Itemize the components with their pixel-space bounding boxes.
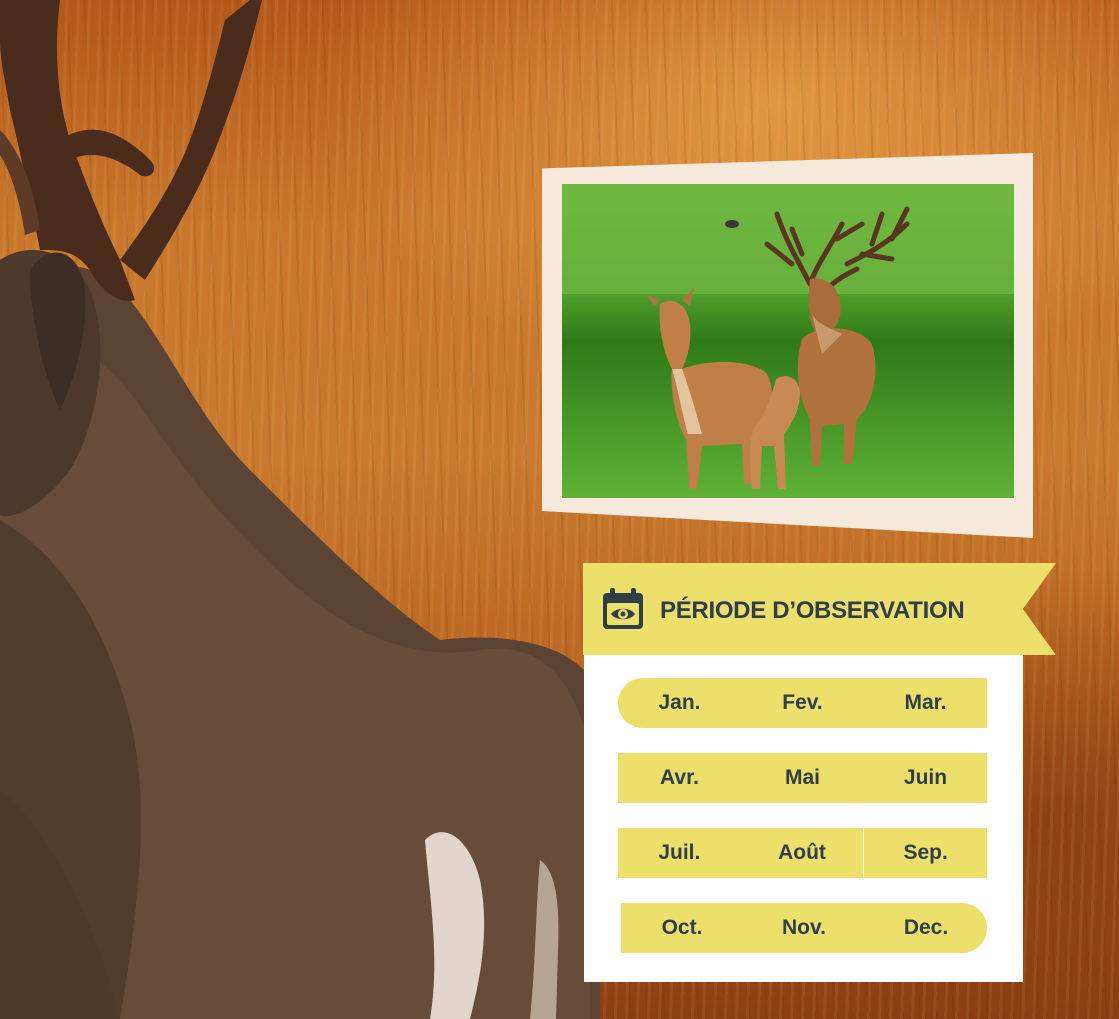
month-feb: Fev. [782,691,823,714]
month-oct: Oct. [661,916,703,939]
observation-period-header: PÉRIODE D’OBSERVATION [583,563,1056,655]
month-nov: Nov. [782,916,826,939]
month-row-4: Oct. Nov. Dec. [621,903,987,953]
deer-family-photo [562,184,1014,498]
month-aug: Août [778,841,826,864]
month-mar: Mar. [904,691,947,714]
month-apr: Avr. [660,766,699,789]
month-row-1: Jan. Fev. Mar. [618,678,987,728]
month-divider [863,828,865,878]
month-sep: Sep. [903,841,948,864]
month-may: Mai [784,766,820,789]
calendar-eye-icon [603,588,643,629]
month-jul: Juil. [658,841,701,864]
observation-period-title: PÉRIODE D’OBSERVATION [660,597,965,624]
month-jun: Juin [903,766,948,789]
month-row-3: Juil. Août Sep. [618,828,987,878]
month-row-2: Avr. Mai Juin [618,753,987,803]
month-jan: Jan. [658,691,701,714]
month-dec: Dec. [903,916,949,939]
